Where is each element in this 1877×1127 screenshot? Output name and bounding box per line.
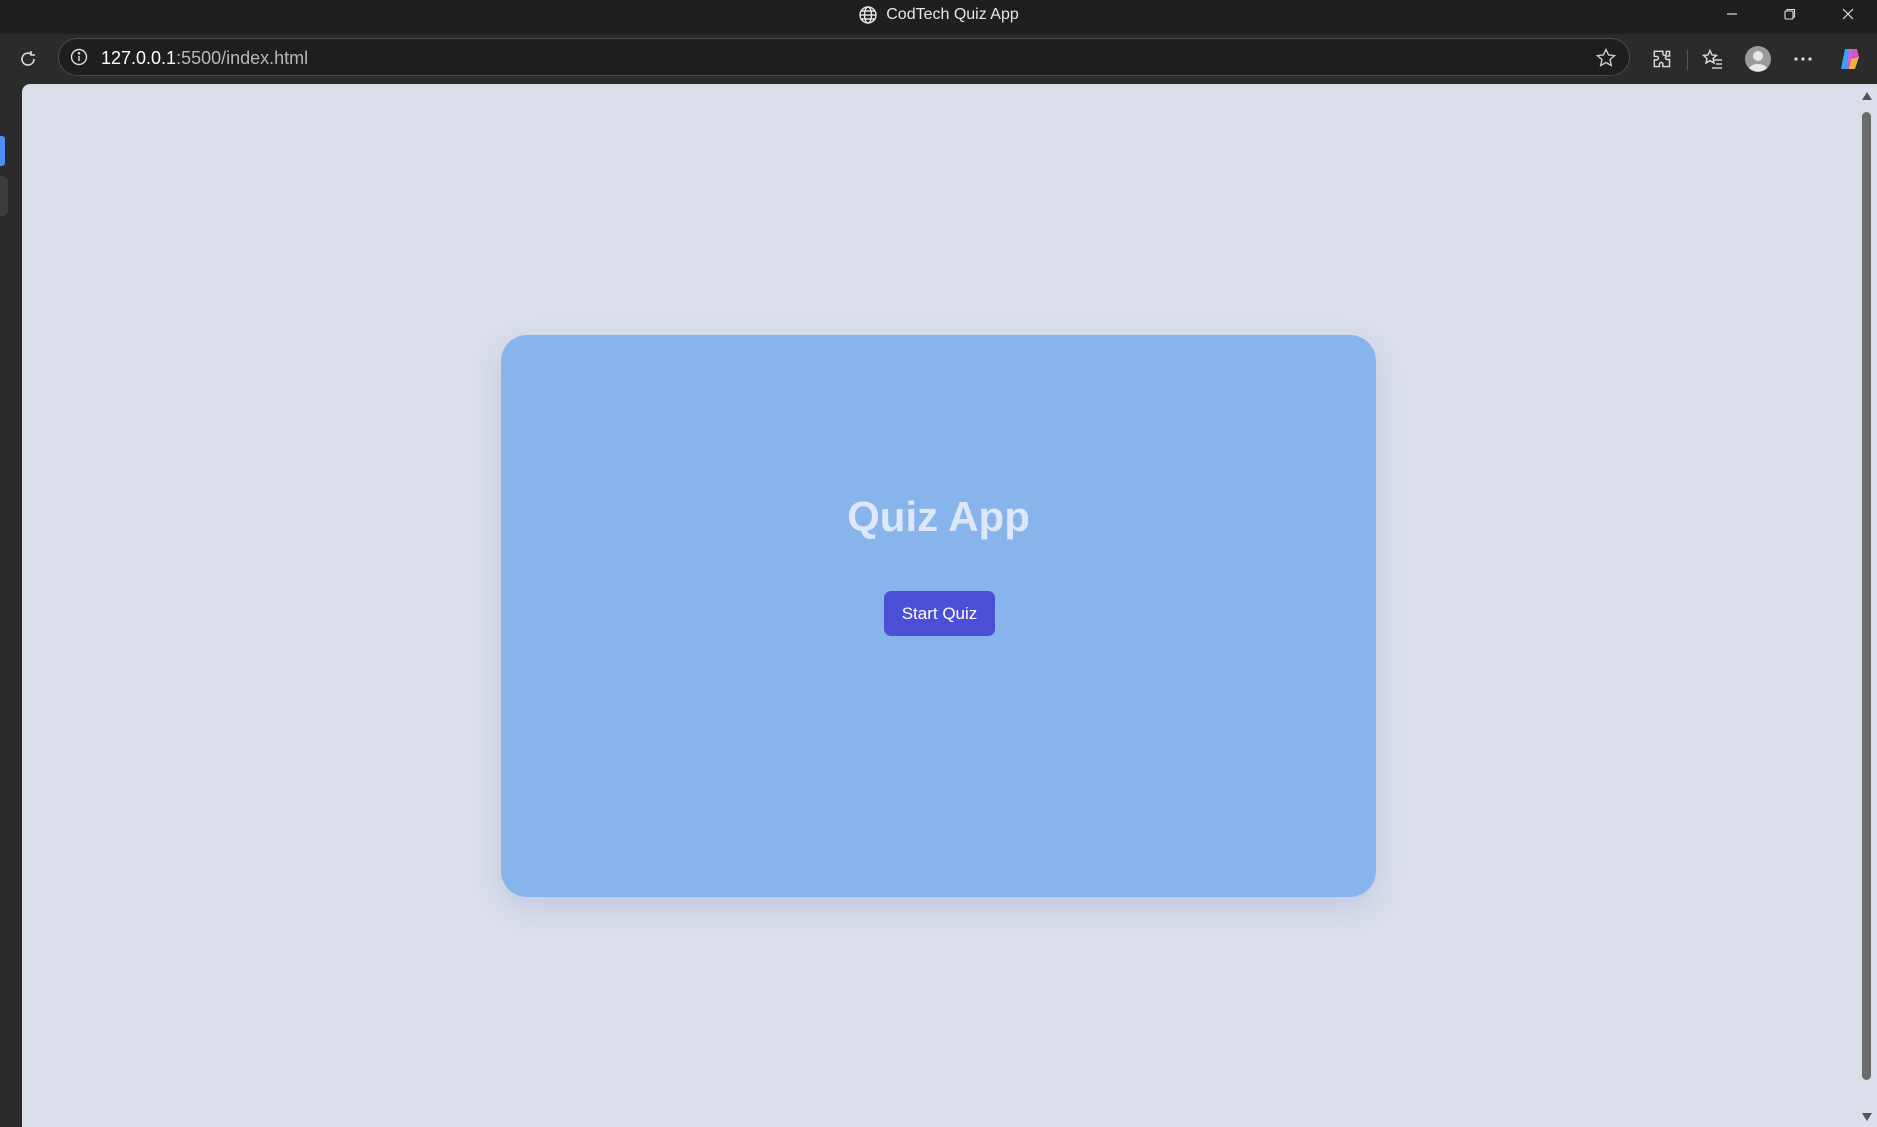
url-path: :5500/index.html <box>176 48 309 68</box>
sidebar-strip <box>0 84 22 1127</box>
extensions-icon <box>1653 50 1671 68</box>
more-icon <box>1794 57 1812 61</box>
minimize-icon <box>1727 13 1737 15</box>
site-info-icon[interactable] <box>69 47 89 67</box>
quiz-card: Quiz App Start Quiz <box>501 335 1376 897</box>
star-icon[interactable] <box>1595 47 1617 69</box>
start-quiz-button[interactable]: Start Quiz <box>884 591 995 636</box>
copilot-button[interactable] <box>1836 45 1864 73</box>
url-text[interactable]: 127.0.0.1:5500/index.html <box>101 48 308 69</box>
scroll-up-arrow-icon[interactable] <box>1862 92 1872 100</box>
favorites-button[interactable] <box>1699 45 1727 73</box>
extensions-button[interactable] <box>1648 45 1676 73</box>
sidebar-tab[interactable] <box>0 176 8 216</box>
scroll-down-arrow-icon[interactable] <box>1862 1113 1872 1121</box>
toolbar-divider <box>1687 50 1688 70</box>
copilot-icon <box>1841 49 1859 69</box>
close-button[interactable] <box>1819 0 1877 28</box>
window-controls <box>1703 0 1877 28</box>
profile-icon <box>1745 46 1771 72</box>
restore-button[interactable] <box>1761 0 1819 28</box>
reload-icon <box>21 51 35 66</box>
window-title: CodTech Quiz App <box>886 6 1019 23</box>
browser-window: CodTech Quiz App 127.0.0.1:5500/index.ht… <box>0 0 1877 1127</box>
browser-toolbar: 127.0.0.1:5500/index.html <box>0 34 1877 84</box>
reload-button[interactable] <box>14 45 42 73</box>
page-viewport: Quiz App Start Quiz <box>22 84 1857 1127</box>
address-bar[interactable]: 127.0.0.1:5500/index.html <box>58 38 1630 76</box>
window-title-group: CodTech Quiz App <box>0 0 1877 30</box>
title-bar: CodTech Quiz App <box>0 0 1877 34</box>
vertical-scrollbar[interactable] <box>1857 84 1877 1127</box>
url-host: 127.0.0.1 <box>101 48 177 68</box>
sidebar-tab-active[interactable] <box>0 136 5 166</box>
page-title: Quiz App <box>847 493 1030 540</box>
minimize-button[interactable] <box>1703 0 1761 28</box>
globe-icon <box>858 5 878 25</box>
favorites-icon <box>1702 48 1722 69</box>
profile-button[interactable] <box>1744 45 1772 73</box>
close-icon <box>1842 8 1854 20</box>
more-button[interactable] <box>1789 45 1817 73</box>
scroll-thumb[interactable] <box>1862 112 1871 1080</box>
restore-icon <box>1784 8 1796 20</box>
